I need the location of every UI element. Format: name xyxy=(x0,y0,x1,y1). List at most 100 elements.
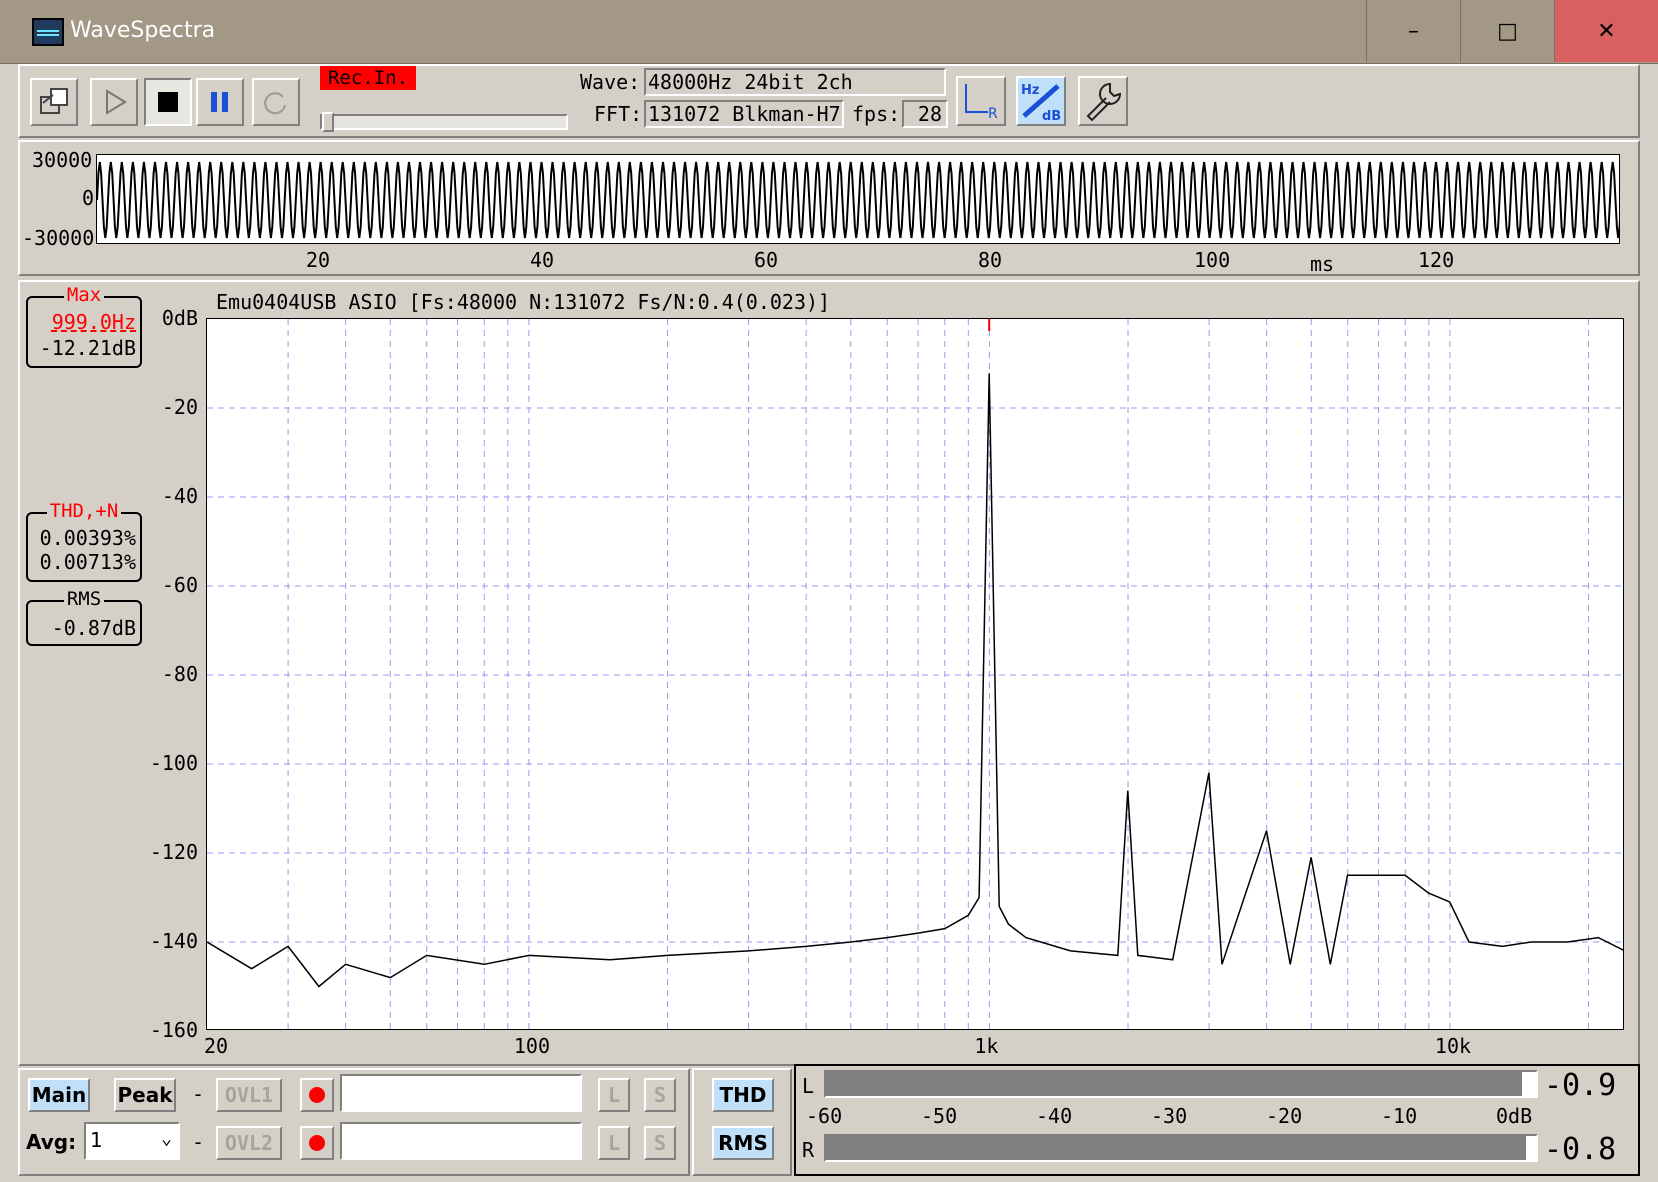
thd-button[interactable]: THD xyxy=(712,1078,774,1112)
chevron-down-icon: ⌄ xyxy=(161,1128,172,1149)
meter-l-label: L xyxy=(802,1074,815,1098)
slider-thumb[interactable] xyxy=(322,112,334,132)
spectrum-y-tick: -60 xyxy=(161,573,198,597)
waveform-panel: 30000 0 -30000 20 40 60 80 100 ms 120 xyxy=(18,140,1640,276)
wavespectra-window: WaveSpectra – □ ✕ Rec.In. Wave: 48000Hz … xyxy=(0,0,1658,1182)
maximize-button[interactable]: □ xyxy=(1460,0,1554,62)
svg-text:dB: dB xyxy=(1042,109,1061,124)
thd-title: THD,+N xyxy=(46,500,122,522)
play-button[interactable] xyxy=(90,78,138,126)
l-button-1[interactable]: L xyxy=(598,1078,630,1112)
hz-db-button[interactable]: Hz dB xyxy=(1016,76,1066,126)
max-freq: 999.0Hz xyxy=(51,310,136,334)
record-r-button[interactable] xyxy=(300,1126,334,1160)
wave-format-field: 48000Hz 24bit 2ch xyxy=(644,68,946,96)
record-icon xyxy=(309,1135,325,1151)
title-bar[interactable]: WaveSpectra – □ ✕ xyxy=(0,0,1658,64)
export-button[interactable] xyxy=(30,78,78,126)
spectrum-panel: Emu0404USB ASIO [Fs:48000 N:131072 Fs/N:… xyxy=(18,280,1640,1066)
wave-x-tick: 120 xyxy=(1418,248,1455,272)
max-db: -12.21dB xyxy=(39,336,136,360)
spectrum-y-tick: 0dB xyxy=(161,306,198,330)
minimize-button[interactable]: – xyxy=(1366,0,1460,62)
ovl1-text-field[interactable] xyxy=(340,1074,582,1112)
record-icon xyxy=(309,1087,325,1103)
meter-l-value: -0.9 xyxy=(1544,1068,1617,1103)
svg-text:Hz: Hz xyxy=(1021,83,1039,98)
rms-button[interactable]: RMS xyxy=(712,1126,774,1160)
wave-x-tick: 40 xyxy=(530,248,555,272)
rms-readout: RMS -0.87dB xyxy=(26,588,142,646)
stop-button[interactable] xyxy=(144,78,192,126)
play-icon xyxy=(106,89,127,115)
meter-scale-tick: -40 xyxy=(1036,1104,1073,1128)
loop-button[interactable] xyxy=(252,78,300,126)
mode-panel: THD RMS xyxy=(692,1068,792,1176)
thd-readout: THD,+N 0.00393% 0.00713% xyxy=(26,500,142,582)
dash-separator: - xyxy=(192,1130,205,1154)
lr-icon: R xyxy=(965,84,998,122)
wave-label: Wave: xyxy=(580,70,641,94)
wave-x-tick: 20 xyxy=(306,248,331,272)
spectrum-header: Emu0404USB ASIO [Fs:48000 N:131072 Fs/N:… xyxy=(216,290,831,314)
peak-button[interactable]: Peak xyxy=(114,1078,176,1112)
avg-select[interactable]: 1 ⌄ xyxy=(84,1122,180,1160)
avg-value: 1 xyxy=(90,1128,103,1152)
meter-scale-tick: 0dB xyxy=(1496,1104,1533,1128)
record-l-button[interactable] xyxy=(300,1078,334,1112)
export-icon xyxy=(40,88,68,114)
meter-r-value: -0.8 xyxy=(1544,1132,1617,1167)
meter-l-bar xyxy=(824,1070,1538,1098)
wave-y-tick: -30000 xyxy=(22,226,95,250)
ovl2-text-field[interactable] xyxy=(340,1122,582,1160)
stop-icon xyxy=(158,92,178,112)
meter-scale-tick: -20 xyxy=(1266,1104,1303,1128)
lr-channel-button[interactable]: R xyxy=(956,76,1006,126)
status-panel: Main Peak - OVL1 L S Avg: 1 ⌄ - OVL2 L S xyxy=(18,1068,690,1176)
rms-value: -0.87dB xyxy=(51,616,136,640)
hz-db-icon: HzdB xyxy=(1021,83,1061,124)
s-button-2[interactable]: S xyxy=(644,1126,676,1160)
level-meter: L -0.9 -60 -50 -40 -30 -20 -10 0dB R -0.8 xyxy=(794,1064,1640,1176)
fps-field: 28 xyxy=(902,100,948,128)
spectrum-y-tick: -80 xyxy=(161,662,198,686)
thd-value: 0.00393% xyxy=(39,526,136,550)
svg-text:R: R xyxy=(988,106,998,122)
meter-scale-tick: -10 xyxy=(1381,1104,1418,1128)
loop-icon xyxy=(264,92,286,115)
spectrum-plot[interactable] xyxy=(206,318,1624,1030)
fps-label: fps: xyxy=(852,102,901,126)
spectrum-x-tick: 1k xyxy=(974,1034,999,1058)
spectrum-x-tick: 20 xyxy=(204,1034,229,1058)
ovl2-indicator: OVL2 xyxy=(216,1126,282,1160)
fft-setting-field[interactable]: 131072 Blkman-H7 xyxy=(644,100,844,128)
settings-icon xyxy=(1086,82,1122,122)
input-level-slider[interactable] xyxy=(320,112,568,132)
meter-scale-tick: -30 xyxy=(1151,1104,1188,1128)
pause-button[interactable] xyxy=(196,78,244,126)
l-button-2[interactable]: L xyxy=(598,1126,630,1160)
spectrum-y-tick: -100 xyxy=(149,751,198,775)
wave-y-tick: 30000 xyxy=(32,148,93,172)
window-title: WaveSpectra xyxy=(70,18,216,43)
wave-x-tick: 100 xyxy=(1194,248,1231,272)
wave-x-tick: 80 xyxy=(978,248,1003,272)
avg-label: Avg: xyxy=(26,1130,77,1154)
app-icon xyxy=(32,18,64,46)
spectrum-y-tick: -160 xyxy=(149,1018,198,1042)
meter-scale-tick: -50 xyxy=(921,1104,958,1128)
spectrum-y-tick: -120 xyxy=(149,840,198,864)
s-button-1[interactable]: S xyxy=(644,1078,676,1112)
main-button[interactable]: Main xyxy=(28,1078,90,1112)
fft-label: FFT: xyxy=(594,102,643,126)
meter-r-label: R xyxy=(802,1138,815,1162)
rms-title: RMS xyxy=(63,588,105,610)
toolbar: Rec.In. Wave: 48000Hz 24bit 2ch FFT: 131… xyxy=(18,64,1640,138)
max-readout: Max 999.0Hz -12.21dB xyxy=(26,284,142,368)
meter-r-bar xyxy=(824,1134,1538,1162)
rec-in-indicator: Rec.In. xyxy=(320,66,416,90)
close-button[interactable]: ✕ xyxy=(1554,0,1658,62)
settings-button[interactable] xyxy=(1078,76,1128,126)
spectrum-trace xyxy=(207,373,1623,988)
waveform-plot[interactable] xyxy=(96,154,1620,244)
